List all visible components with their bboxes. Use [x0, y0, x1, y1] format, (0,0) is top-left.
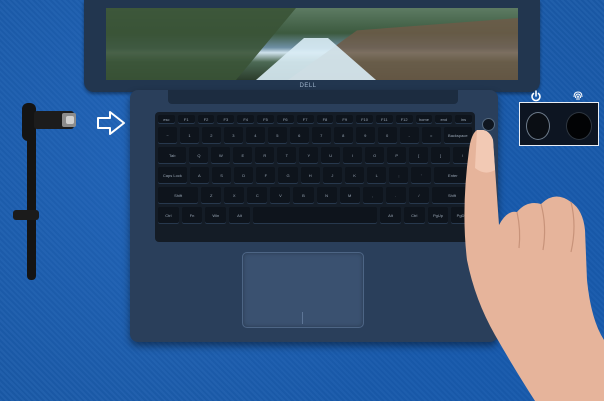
key[interactable]: F1	[177, 115, 195, 124]
key[interactable]: F4	[237, 115, 255, 124]
key[interactable]: Ctrl	[158, 207, 179, 224]
key[interactable]: Fn	[181, 207, 203, 224]
key[interactable]: F6	[276, 115, 294, 124]
key[interactable]: 5	[267, 127, 287, 144]
key[interactable]: ~	[158, 127, 177, 144]
key[interactable]: ins	[455, 115, 472, 124]
key[interactable]: 1	[179, 127, 199, 144]
keyboard-space-row: Ctrl Fn Win Alt Alt Ctrl PgUp PgDn	[158, 207, 473, 224]
key[interactable]: S	[211, 167, 232, 184]
key[interactable]: G	[278, 167, 298, 184]
key[interactable]: X	[224, 187, 245, 204]
key[interactable]: PgUp	[427, 207, 449, 224]
key[interactable]: J	[322, 167, 342, 184]
key[interactable]: F10	[356, 115, 373, 124]
key[interactable]: F	[256, 167, 276, 184]
key[interactable]: Caps Lock	[158, 167, 187, 184]
key[interactable]: F7	[296, 115, 314, 124]
key[interactable]: L	[367, 167, 387, 184]
keyboard: esc F1 F2 F3 F4 F5 F6 F7 F8 F9 F10 F11 F12 home end ins…	[158, 115, 473, 227]
key[interactable]: F12	[395, 115, 413, 124]
key[interactable]: 3	[223, 127, 243, 144]
key[interactable]: '	[411, 167, 431, 184]
key[interactable]: Ctrl	[403, 207, 425, 224]
key[interactable]: I	[343, 147, 363, 164]
hand-pressing-power	[464, 130, 604, 401]
power-adapter-plug	[22, 103, 76, 141]
key[interactable]: D	[234, 167, 254, 184]
key[interactable]: =	[421, 127, 441, 144]
key[interactable]: /	[408, 187, 429, 204]
key[interactable]: [	[409, 147, 429, 164]
key[interactable]: 2	[201, 127, 221, 144]
key[interactable]: B	[293, 187, 314, 204]
laptop-hinge	[168, 90, 458, 104]
key[interactable]: N	[316, 187, 337, 204]
key[interactable]: F9	[336, 115, 354, 124]
key[interactable]: 6	[289, 127, 309, 144]
right-arrow-icon	[97, 111, 125, 135]
laptop-screen	[106, 8, 518, 80]
key[interactable]: V	[270, 187, 291, 204]
key[interactable]: Y	[299, 147, 319, 164]
key[interactable]: Shift	[158, 187, 199, 204]
key[interactable]: P	[387, 147, 407, 164]
key[interactable]: R	[255, 147, 275, 164]
key[interactable]: ;	[389, 167, 409, 184]
key[interactable]: C	[247, 187, 268, 204]
key[interactable]: ]	[431, 147, 451, 164]
key[interactable]: 7	[311, 127, 331, 144]
key[interactable]: 0	[377, 127, 397, 144]
key[interactable]: F8	[316, 115, 334, 124]
key[interactable]: 8	[333, 127, 353, 144]
key[interactable]: O	[365, 147, 385, 164]
key[interactable]: -	[399, 127, 419, 144]
keyboard-top-row: Tab Q W E R T Y U I O P[] \	[158, 147, 473, 164]
key[interactable]: W	[211, 147, 231, 164]
cable-ferrite-clip	[13, 210, 39, 220]
key[interactable]: esc	[158, 115, 175, 124]
key[interactable]: 4	[245, 127, 265, 144]
key[interactable]: K	[344, 167, 365, 184]
power-icon	[531, 90, 541, 102]
fingerprint-icon	[573, 91, 583, 101]
key[interactable]: Win	[205, 207, 227, 224]
key[interactable]: .	[385, 187, 406, 204]
key[interactable]: F11	[375, 115, 393, 124]
key[interactable]: A	[189, 167, 209, 184]
touchpad[interactable]	[242, 252, 364, 328]
keyboard-number-row: ~1 2 3 4 5 6 7 8 9 0- = Backspace	[158, 127, 473, 144]
touchpad-divider	[302, 312, 303, 324]
setup-illustration: DELL esc F1 F2 F3 F4 F5 F6 F7 F8 F9 F10 F11 F12 home e…	[0, 0, 604, 401]
key[interactable]: ,	[362, 187, 383, 204]
key[interactable]: H	[300, 167, 320, 184]
key[interactable]: Alt	[229, 207, 250, 224]
key[interactable]: T	[277, 147, 297, 164]
key[interactable]	[252, 207, 378, 224]
keyboard-bottom-row: Shift Z X C V B N M,. / Shift	[158, 187, 473, 204]
key[interactable]: Alt	[380, 207, 401, 224]
key[interactable]: F3	[217, 115, 235, 124]
key[interactable]: M	[339, 187, 360, 204]
key[interactable]: E	[233, 147, 253, 164]
key[interactable]: Q	[189, 147, 209, 164]
key[interactable]: 9	[355, 127, 375, 144]
key[interactable]: F2	[197, 115, 215, 124]
keyboard-home-row: Caps Lock A S D F G H J K L; ' Enter	[158, 167, 472, 184]
key[interactable]: F5	[257, 115, 274, 124]
key[interactable]: Z	[201, 187, 222, 204]
key[interactable]: Tab	[158, 147, 187, 164]
brand-logo: DELL	[299, 83, 317, 89]
key[interactable]: U	[321, 147, 341, 164]
key[interactable]: end	[435, 115, 453, 124]
keyboard-function-row: esc F1 F2 F3 F4 F5 F6 F7 F8 F9 F10 F11 F12 home end ins	[158, 115, 472, 124]
key[interactable]: home	[415, 115, 433, 124]
